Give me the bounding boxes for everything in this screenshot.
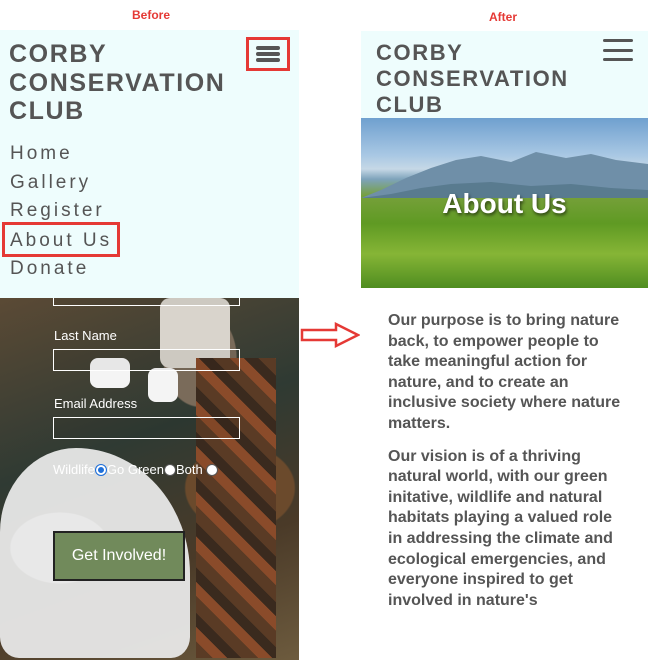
- after-caption: After: [489, 10, 518, 24]
- mobile-nav-menu: CORBY CONSERVATION CLUB Home Gallery Reg…: [0, 30, 299, 298]
- radio-go-green[interactable]: [164, 463, 176, 476]
- radio-label-go-green: Go Green: [106, 462, 164, 477]
- site-header: CORBY CONSERVATION CLUB: [361, 31, 648, 118]
- site-title: CORBY CONSERVATION CLUB: [9, 40, 226, 125]
- purpose-paragraph: Our purpose is to bring nature back, to …: [388, 312, 621, 432]
- last-name-field[interactable]: [53, 349, 240, 371]
- hero-landscape-image: About Us: [361, 118, 648, 288]
- radio-wildlife[interactable]: [94, 463, 107, 476]
- nav-donate[interactable]: Donate: [10, 256, 112, 285]
- before-screenshot: Last Name Email Address Wildlife Go Gree…: [0, 30, 299, 660]
- email-field[interactable]: [53, 417, 240, 439]
- nav-home[interactable]: Home: [10, 141, 112, 170]
- before-caption: Before: [132, 8, 171, 22]
- vision-paragraph: Our vision is of a thriving natural worl…: [388, 447, 613, 609]
- about-us-highlight-box: [2, 222, 120, 257]
- about-us-heading: About Us: [442, 188, 567, 219]
- radio-label-both: Both: [176, 462, 203, 477]
- last-name-label: Last Name: [54, 328, 117, 343]
- radio-both[interactable]: [205, 463, 218, 476]
- interest-radio-group: Wildlife Go Green Both: [53, 462, 218, 477]
- after-screenshot: CORBY CONSERVATION CLUB About Us Our pur…: [361, 31, 648, 661]
- nav-gallery[interactable]: Gallery: [10, 170, 112, 199]
- nav-register[interactable]: Register: [10, 198, 104, 224]
- about-content: Our purpose is to bring nature back, to …: [388, 311, 628, 623]
- site-title: CORBY CONSERVATION CLUB: [376, 40, 569, 117]
- hamburger-menu-icon[interactable]: [603, 39, 633, 61]
- hamburger-menu-icon[interactable]: [246, 37, 290, 71]
- arrow-right-icon: [300, 322, 360, 348]
- nav-links: Home Gallery Register About Us Donate: [10, 141, 112, 285]
- radio-label-wildlife: Wildlife: [53, 462, 95, 477]
- register-form: Last Name Email Address Wildlife Go Gree…: [0, 292, 299, 660]
- email-label: Email Address: [54, 396, 138, 411]
- get-involved-button[interactable]: Get Involved!: [53, 531, 185, 581]
